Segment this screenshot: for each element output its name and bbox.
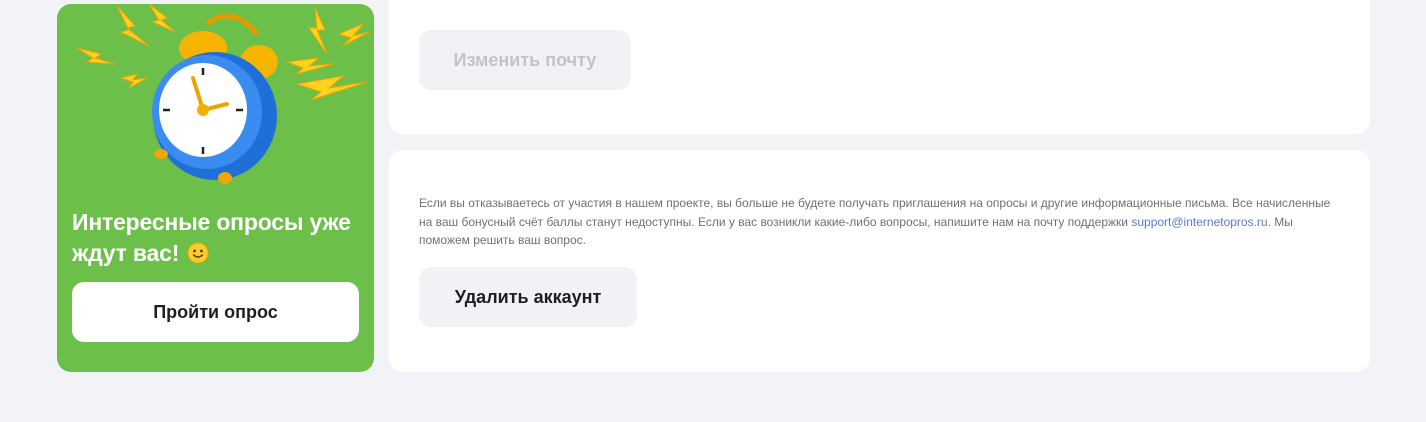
alarm-clock-icon	[76, 4, 370, 184]
take-survey-button[interactable]: Пройти опрос	[72, 282, 359, 342]
page: Интересные опросы уже ждут вас! Пройти о…	[0, 0, 1426, 422]
delete-account-button[interactable]: Удалить аккаунт	[419, 267, 637, 327]
email-settings-card: Изменить почту	[389, 0, 1370, 134]
support-email-link[interactable]: support@internetopros.ru	[1131, 215, 1267, 229]
delete-account-notice: Если вы отказываетесь от участия в нашем…	[419, 194, 1339, 250]
change-email-button[interactable]: Изменить почту	[419, 30, 631, 90]
promo-title-text: Интересные опросы уже ждут вас!	[72, 209, 351, 266]
smile-emoji-icon	[187, 242, 209, 264]
delete-account-card: Если вы отказываетесь от участия в нашем…	[389, 150, 1370, 372]
promo-card: Интересные опросы уже ждут вас! Пройти о…	[57, 4, 374, 372]
promo-title: Интересные опросы уже ждут вас!	[72, 207, 362, 269]
